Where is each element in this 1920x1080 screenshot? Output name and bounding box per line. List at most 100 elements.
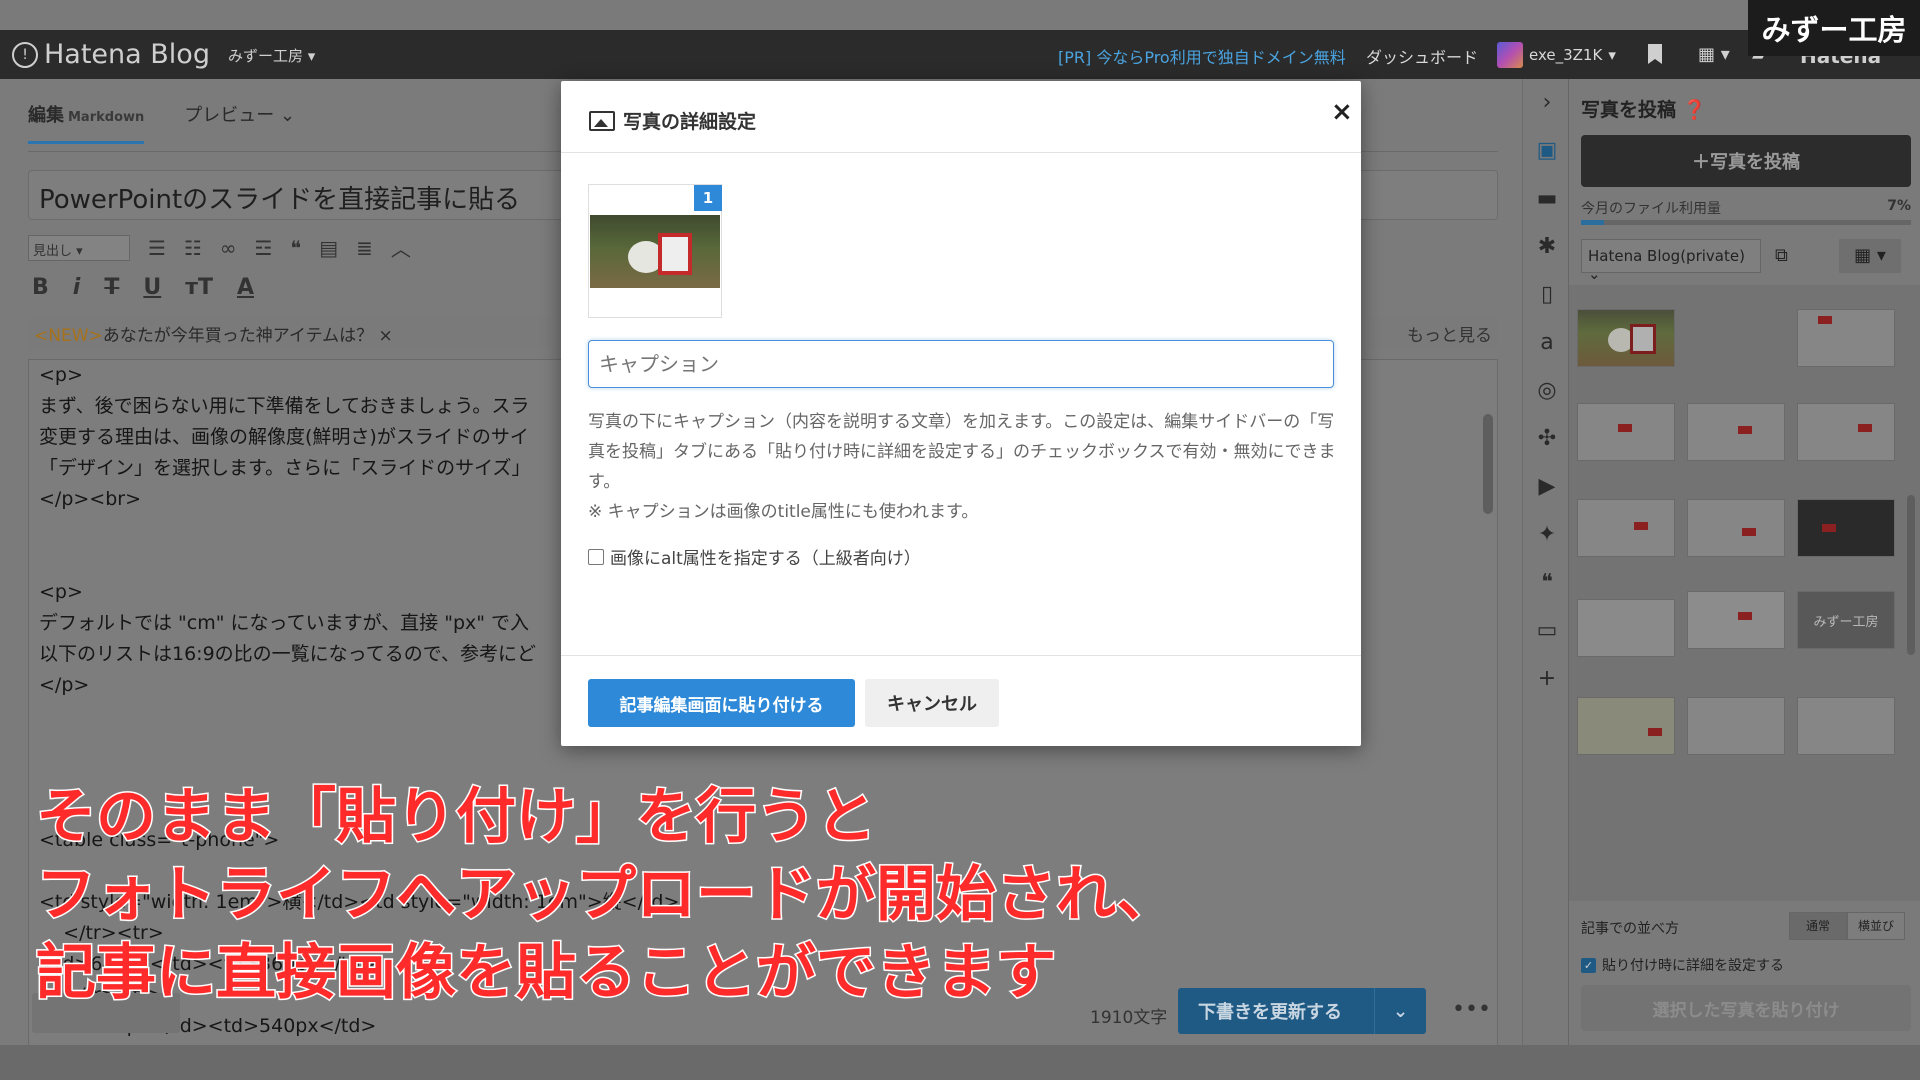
close-icon[interactable]: × xyxy=(378,326,392,346)
chevron-right-icon[interactable]: › xyxy=(1535,91,1559,115)
photo-thumbnail[interactable] xyxy=(1797,697,1895,755)
user-menu[interactable]: exe_3Z1K ▾ xyxy=(1497,42,1616,68)
photo-thumbnail[interactable] xyxy=(1797,403,1895,461)
external-link-icon[interactable]: ⧉ xyxy=(1775,245,1788,266)
font-size-icon[interactable]: тT xyxy=(185,275,213,300)
apps-grid-icon[interactable]: ▦ ▾ xyxy=(1698,44,1730,65)
photo-thumbnail[interactable] xyxy=(1687,499,1785,557)
account-select[interactable]: Hatena Blog(private) ⌄ xyxy=(1581,239,1761,283)
photo-detail-dialog: 写真の詳細設定 × 1 写真の下にキャプション（内容を説明する文章）を加えます。… xyxy=(561,81,1361,746)
alt-attr-checkbox[interactable]: 画像にalt属性を指定する（上級者向け） xyxy=(588,544,921,569)
instagram-icon[interactable]: ◎ xyxy=(1535,379,1559,403)
italic-icon[interactable]: i xyxy=(73,275,81,300)
sort-normal-button[interactable]: 通常 xyxy=(1789,912,1847,940)
hr-icon[interactable]: ☲ xyxy=(255,236,273,260)
plus-icon[interactable]: + xyxy=(1535,667,1559,691)
blog-selector[interactable]: みずー工房 ▾ xyxy=(228,45,315,66)
usage-bar-fill xyxy=(1581,220,1605,225)
underline-icon[interactable]: U xyxy=(143,275,161,300)
heading-select[interactable]: 見出し ▾ xyxy=(28,234,130,261)
cancel-button[interactable]: キャンセル xyxy=(865,679,999,727)
notice-link[interactable]: あなたが今年買った神アイテムは？ xyxy=(103,326,373,346)
update-draft-button[interactable]: 下書きを更新する ⌄ xyxy=(1178,988,1426,1034)
photo-thumbnail[interactable] xyxy=(1687,697,1785,755)
thumb-mark xyxy=(1738,426,1752,434)
thumb-mark xyxy=(1818,316,1832,324)
chevron-down-icon: ⌄ xyxy=(280,105,296,126)
twitter-icon[interactable]: ✦ xyxy=(1535,523,1559,547)
photo-thumbnail[interactable] xyxy=(1577,309,1675,367)
photo-thumbnail[interactable] xyxy=(1577,499,1675,557)
checkbox-box[interactable] xyxy=(588,548,604,565)
thumb-mark xyxy=(1742,528,1756,536)
global-header: ! Hatena Blog みずー工房 ▾ [PR] 今ならPro利用で独自ドメ… xyxy=(0,30,1920,79)
chevron-down-icon[interactable]: ⌄ xyxy=(1374,988,1426,1034)
youtube-icon[interactable]: ▶ xyxy=(1535,475,1559,499)
font-color-icon[interactable]: A xyxy=(237,275,254,300)
clipboard-icon[interactable]: ▭ xyxy=(1535,619,1559,643)
bold-icon[interactable]: B xyxy=(32,275,49,300)
quote-icon[interactable]: ❝ xyxy=(290,236,301,260)
photo-icon[interactable]: ▣ xyxy=(1535,139,1559,163)
tab-edit[interactable]: 編集 Markdown xyxy=(28,101,145,144)
document-icon[interactable]: ▯ xyxy=(1535,283,1559,307)
sidebar-title-text: 写真を投稿 xyxy=(1581,99,1677,121)
hatena-blog-logo[interactable]: ! Hatena Blog xyxy=(12,39,210,70)
numbered-list-icon[interactable]: ☷ xyxy=(184,236,202,260)
dashboard-link[interactable]: ダッシュボード xyxy=(1366,44,1478,68)
strikethrough-icon[interactable]: T xyxy=(104,275,119,300)
amazon-icon[interactable]: a xyxy=(1535,331,1559,355)
dialog-title: 写真の詳細設定 xyxy=(589,107,756,134)
photo-thumbnail[interactable] xyxy=(1797,499,1895,557)
photo-thumbnail[interactable] xyxy=(1577,599,1675,657)
editor-scrollbar[interactable] xyxy=(1483,414,1493,514)
avatar xyxy=(1497,42,1523,68)
close-icon[interactable]: × xyxy=(1331,97,1353,127)
photo-thumbnail[interactable] xyxy=(1797,309,1895,367)
caption-input[interactable] xyxy=(588,340,1334,388)
detail-checkbox[interactable]: ✓ 貼り付け時に詳細を設定する xyxy=(1581,955,1784,975)
image-preview: 1 xyxy=(588,184,722,318)
dialog-header: 写真の詳細設定 × xyxy=(561,81,1361,153)
folder-icon[interactable]: ▬ xyxy=(1535,187,1559,211)
format-toolbar: 見出し ▾ ☰ ☷ ∞ ☲ ❝ ▤ ≣ ︿ xyxy=(28,233,411,262)
photo-grid-scrollbar[interactable] xyxy=(1907,495,1915,655)
pinwheel-icon[interactable]: ✣ xyxy=(1535,427,1559,451)
photo-thumbnail[interactable] xyxy=(1577,697,1675,755)
grid-view-icon[interactable]: ▦ ▾ xyxy=(1839,239,1901,273)
sidebar-icon-rail: › ▣ ▬ ✱ ▯ a ◎ ✣ ▶ ✦ ❝ ▭ + xyxy=(1522,79,1568,1045)
photo-thumbnail[interactable] xyxy=(1577,403,1675,461)
paste-to-editor-button[interactable]: 記事編集画面に貼り付ける xyxy=(588,679,855,727)
bullet-list-icon[interactable]: ☰ xyxy=(148,236,166,260)
sort-label: 記事での並べ方 xyxy=(1581,921,1679,937)
tab-preview[interactable]: プレビュー ⌄ xyxy=(184,101,295,144)
tab-edit-label: 編集 xyxy=(28,105,64,126)
table-icon[interactable]: ▤ xyxy=(319,236,338,260)
sort-side-button[interactable]: 横並び xyxy=(1847,912,1905,940)
hatena-logo-icon: ! xyxy=(12,41,38,68)
photo-thumbnail[interactable] xyxy=(1687,591,1785,649)
more-options-icon[interactable]: ••• xyxy=(1452,997,1491,1022)
thumb-label-text: みずー工房 xyxy=(1813,614,1879,630)
link-icon[interactable]: ∞ xyxy=(220,236,237,260)
account-select-label: Hatena Blog(private) xyxy=(1588,247,1745,265)
quote-icon[interactable]: ❝ xyxy=(1535,571,1559,595)
channel-watermark: みずー工房 xyxy=(1748,0,1920,56)
photo-thumbnail[interactable]: みずー工房 xyxy=(1797,591,1895,649)
dialog-title-text: 写真の詳細設定 xyxy=(623,111,757,133)
paste-selected-button[interactable]: 選択した写真を貼り付け xyxy=(1581,985,1911,1031)
screen: ! Hatena Blog みずー工房 ▾ [PR] 今ならPro利用で独自ドメ… xyxy=(0,0,1920,1080)
subtitle-line-1: そのまま「貼り付け」を行うと xyxy=(35,781,878,854)
photo-thumbnail[interactable] xyxy=(1687,403,1785,461)
post-photo-button[interactable]: ＋写真を投稿 xyxy=(1581,135,1911,187)
more-format-icon[interactable]: ≣ xyxy=(356,236,373,260)
help-icon[interactable]: ❓ xyxy=(1683,99,1707,121)
collapse-toolbar-icon[interactable]: ︿ xyxy=(391,233,411,262)
editor-tabs: 編集 Markdown プレビュー ⌄ xyxy=(28,101,295,144)
promo-link[interactable]: [PR] 今ならPro利用で独自ドメイン無料 xyxy=(1058,44,1346,68)
notice-more-link[interactable]: もっと見る xyxy=(1407,321,1492,346)
bookmark-icon[interactable] xyxy=(1648,44,1662,64)
usage-percent: 7% xyxy=(1887,198,1911,214)
thumb-mark xyxy=(1858,424,1872,432)
gear-icon[interactable]: ✱ xyxy=(1535,235,1559,259)
